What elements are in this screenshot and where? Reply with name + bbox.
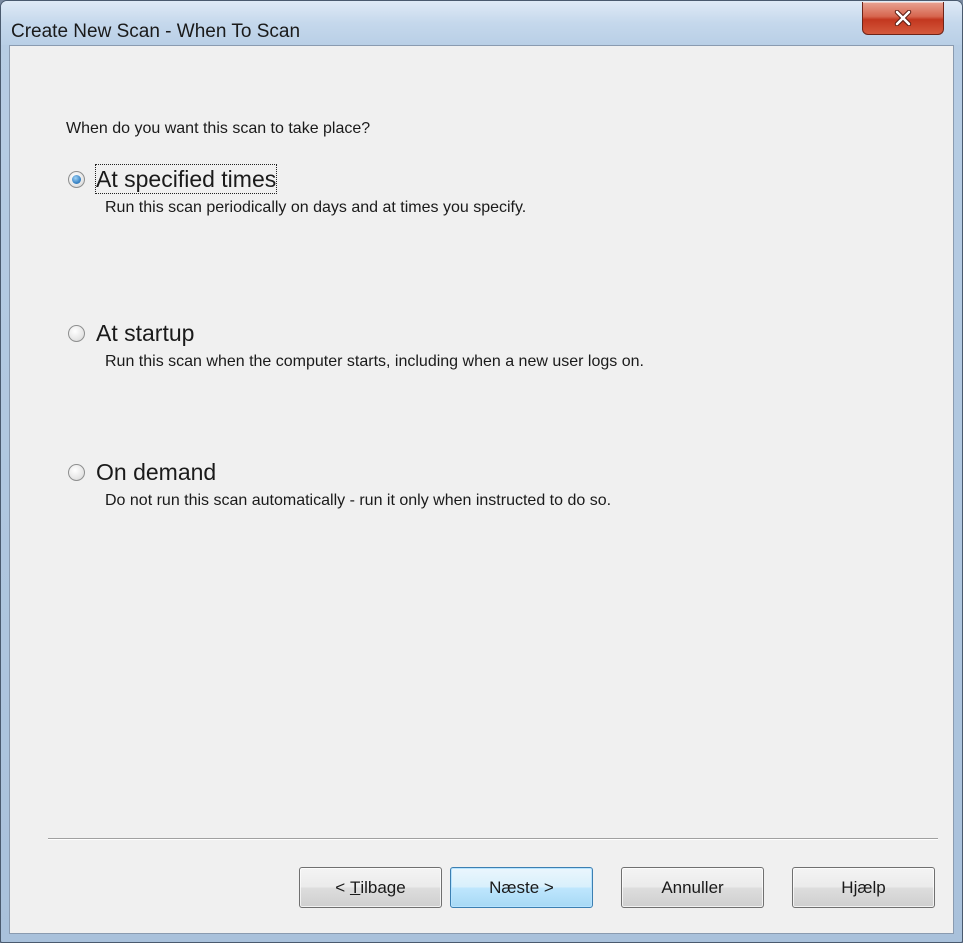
- button-separator: [48, 838, 938, 840]
- option-on-demand-label[interactable]: On demand: [95, 457, 217, 487]
- scan-time-question: When do you want this scan to take place…: [66, 120, 371, 137]
- close-button[interactable]: [862, 2, 944, 35]
- close-icon: [894, 10, 912, 26]
- radio-at-startup[interactable]: [68, 324, 85, 342]
- option-at-startup-label[interactable]: At startup: [95, 318, 195, 348]
- radio-on-demand[interactable]: [68, 463, 85, 481]
- radio-specified-times[interactable]: [68, 170, 85, 188]
- option-at-startup: At startup Run this scan when the comput…: [68, 318, 825, 374]
- cancel-button[interactable]: Annuller: [621, 867, 764, 908]
- option-on-demand: On demand Do not run this scan automatic…: [68, 457, 825, 513]
- next-button[interactable]: Næste >: [450, 867, 593, 908]
- option-at-startup-description: Run this scan when the computer starts, …: [105, 353, 644, 370]
- option-on-demand-row[interactable]: On demand: [68, 457, 825, 487]
- window-title: Create New Scan - When To Scan: [11, 21, 301, 42]
- back-button-prefix: <: [335, 877, 350, 897]
- option-at-startup-row[interactable]: At startup: [68, 318, 825, 348]
- title-bar[interactable]: Create New Scan - When To Scan: [1, 1, 962, 45]
- back-button[interactable]: < Tilbage: [299, 867, 442, 908]
- back-button-mnemonic: T: [349, 877, 361, 897]
- option-specified-times: At specified times Run this scan periodi…: [68, 164, 825, 220]
- option-on-demand-description: Do not run this scan automatically - run…: [105, 492, 612, 509]
- option-specified-times-row[interactable]: At specified times: [68, 164, 825, 194]
- dialog-window: Create New Scan - When To Scan When do y…: [0, 0, 963, 943]
- back-button-rest: ilbage: [360, 877, 406, 897]
- option-specified-times-label[interactable]: At specified times: [95, 164, 278, 194]
- dialog-content: When do you want this scan to take place…: [9, 45, 954, 934]
- help-button[interactable]: Hjælp: [792, 867, 935, 908]
- option-specified-times-description: Run this scan periodically on days and a…: [105, 199, 527, 216]
